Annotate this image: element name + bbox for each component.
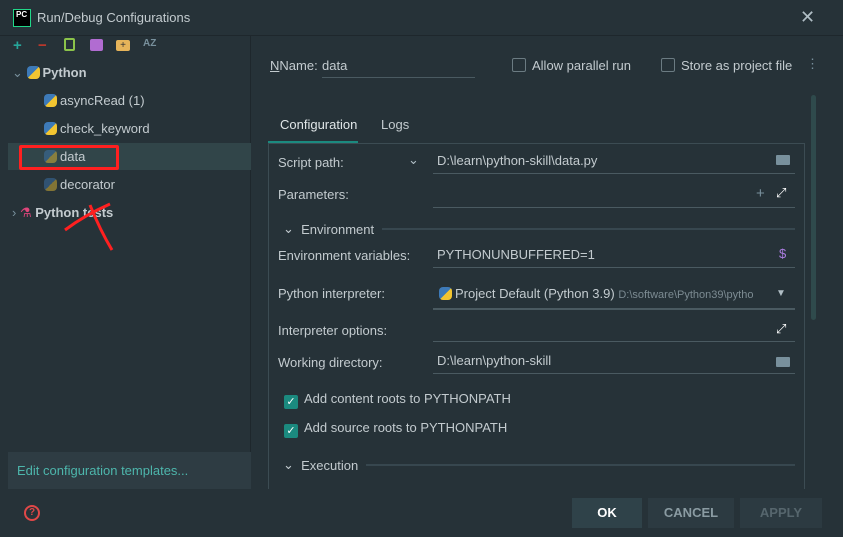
name-input[interactable]: data xyxy=(322,58,475,78)
tree-group-python-tests[interactable]: › ⚗ Python tests xyxy=(8,199,251,226)
env-vars-label: Environment variables: xyxy=(278,248,411,263)
python-icon xyxy=(44,178,57,191)
working-directory-label: Working directory: xyxy=(278,355,383,370)
plus-icon[interactable]: + xyxy=(756,185,765,202)
name-label: NName: xyxy=(270,58,318,73)
copy-icon[interactable] xyxy=(64,38,75,51)
environment-section[interactable]: ⌄ Environment xyxy=(283,221,795,237)
tree-item-label: asyncRead (1) xyxy=(60,93,145,108)
content-roots-checkbox[interactable]: ✓ Add content roots to PYTHONPATH xyxy=(284,391,511,409)
script-path-label: Script path: xyxy=(278,155,344,170)
store-project-checkbox[interactable]: Store as project file xyxy=(661,58,792,73)
tree-item-label: check_keyword xyxy=(60,121,150,136)
chevron-down-icon: ⌄ xyxy=(283,221,302,236)
env-vars-input[interactable]: PYTHONUNBUFFERED=1 xyxy=(433,244,795,268)
folder-icon[interactable] xyxy=(776,155,790,165)
plus-icon[interactable]: + xyxy=(13,37,22,54)
close-icon[interactable]: ✕ xyxy=(800,7,815,28)
source-roots-checkbox[interactable]: ✓ Add source roots to PYTHONPATH xyxy=(284,420,507,438)
red-cross-annotation xyxy=(64,202,114,251)
cancel-button[interactable]: CANCEL xyxy=(648,498,734,528)
parameters-label: Parameters: xyxy=(278,187,349,202)
chevron-right-icon: › xyxy=(12,205,20,220)
minus-icon[interactable]: − xyxy=(38,37,47,54)
python-tests-icon: ⚗ xyxy=(19,205,32,220)
window-title: Run/Debug Configurations xyxy=(37,10,191,25)
tree-item-label: decorator xyxy=(60,177,115,192)
tree-item[interactable]: check_keyword xyxy=(8,115,251,142)
allow-parallel-checkbox[interactable]: Allow parallel run xyxy=(512,58,631,73)
dropdown-arrow-icon[interactable]: ▼ xyxy=(776,288,786,299)
tree-group-label: Python xyxy=(42,65,87,80)
tab-logs[interactable]: Logs xyxy=(381,117,409,132)
save-icon[interactable] xyxy=(90,39,103,51)
script-path-input[interactable]: D:\learn\python-skill\data.py xyxy=(433,150,795,174)
tree-item[interactable]: decorator xyxy=(8,171,251,198)
edit-templates-link[interactable]: Edit configuration templates... xyxy=(8,452,251,489)
pycharm-logo-icon: PC xyxy=(13,9,31,27)
python-interpreter-label: Python interpreter: xyxy=(278,286,385,301)
folder-add-icon[interactable]: + xyxy=(116,40,130,51)
python-interpreter-select[interactable]: Project Default (Python 3.9) D:\software… xyxy=(433,280,795,310)
dollar-icon[interactable]: $ xyxy=(779,246,786,261)
parameters-input[interactable] xyxy=(433,184,795,208)
apply-button[interactable]: APPLY xyxy=(740,498,822,528)
expand-icon[interactable]: ⤢ xyxy=(776,321,786,337)
expand-icon[interactable]: ⤢ xyxy=(776,185,786,201)
interpreter-options-label: Interpreter options: xyxy=(278,323,388,338)
folder-icon[interactable] xyxy=(776,357,790,367)
execution-section[interactable]: ⌄ Execution xyxy=(283,457,795,473)
tab-configuration[interactable]: Configuration xyxy=(280,117,357,132)
working-directory-input[interactable]: D:\learn\python-skill xyxy=(433,350,795,374)
sort-alpha-icon[interactable]: AZ xyxy=(143,38,156,49)
red-highlight-annotation xyxy=(19,145,119,170)
chevron-down-icon[interactable]: ⌄ xyxy=(408,152,419,168)
python-icon xyxy=(26,66,40,79)
help-icon[interactable]: ? xyxy=(24,505,40,521)
interpreter-options-input[interactable] xyxy=(433,318,795,342)
chevron-down-icon: ⌄ xyxy=(12,65,27,80)
python-icon xyxy=(439,287,452,300)
tree-group-python[interactable]: ⌄ Python xyxy=(8,59,251,86)
tree-item[interactable]: asyncRead (1) xyxy=(8,87,251,114)
title-bar: PC Run/Debug Configurations ✕ xyxy=(0,0,843,36)
chevron-down-icon: ⌄ xyxy=(283,457,302,472)
python-icon xyxy=(44,94,57,107)
python-icon xyxy=(44,122,57,135)
more-options-icon[interactable]: ⋮ xyxy=(806,56,819,72)
scrollbar[interactable] xyxy=(811,95,816,320)
ok-button[interactable]: OK xyxy=(572,498,642,528)
